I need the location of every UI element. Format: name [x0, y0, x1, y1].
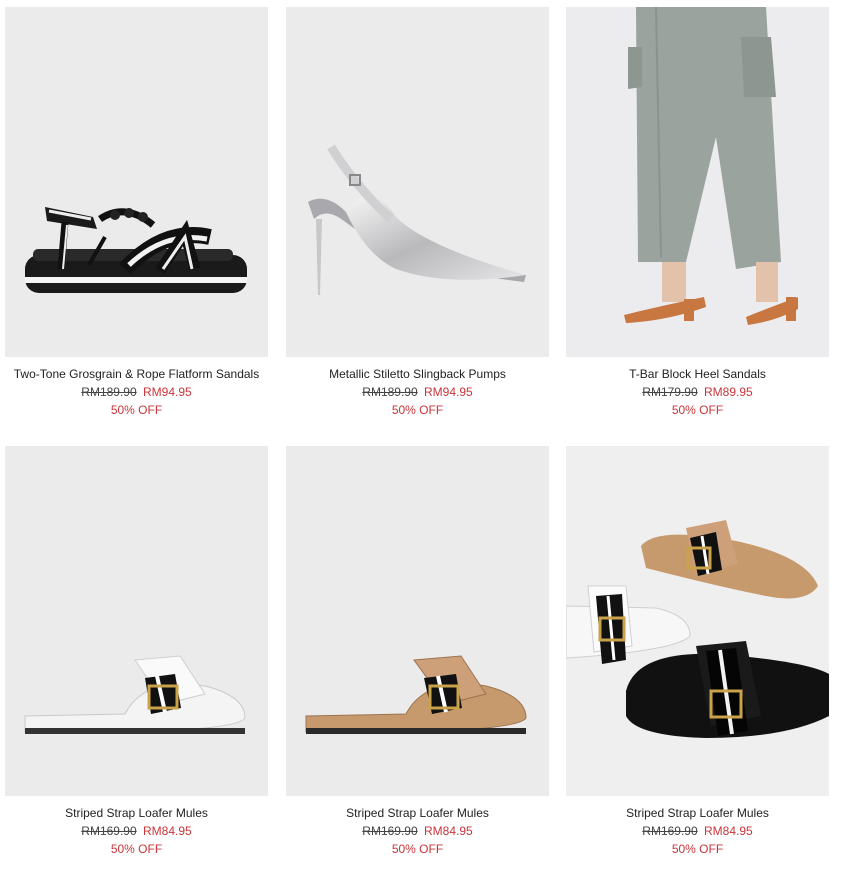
- product-name[interactable]: Striped Strap Loafer Mules: [566, 805, 829, 821]
- product-price: RM189.90 RM94.95: [5, 383, 268, 401]
- discount-badge: 50% OFF: [110, 403, 163, 417]
- sale-price: RM89.95: [704, 385, 753, 399]
- product-name[interactable]: Striped Strap Loafer Mules: [5, 805, 268, 821]
- product-name[interactable]: Striped Strap Loafer Mules: [286, 805, 549, 821]
- product-image-three-loafer-mules[interactable]: [566, 446, 829, 796]
- discount-badge: 50% OFF: [671, 403, 724, 417]
- discount-badge: 50% OFF: [391, 403, 444, 417]
- original-price: RM169.90: [642, 824, 698, 838]
- product-card[interactable]: Striped Strap Loafer Mules RM169.90 RM84…: [286, 446, 549, 858]
- discount-badge: 50% OFF: [671, 842, 724, 856]
- product-card[interactable]: Striped Strap Loafer Mules RM169.90 RM84…: [5, 446, 268, 858]
- discount-badge: 50% OFF: [110, 842, 163, 856]
- product-price: RM169.90 RM84.95: [286, 822, 549, 840]
- product-image-block-heel-sandals[interactable]: [566, 7, 829, 357]
- sale-price: RM84.95: [704, 824, 753, 838]
- original-price: RM169.90: [81, 824, 137, 838]
- product-name[interactable]: T-Bar Block Heel Sandals: [566, 366, 829, 382]
- sale-price: RM84.95: [424, 824, 473, 838]
- product-card[interactable]: Two-Tone Grosgrain & Rope Flatform Sanda…: [5, 7, 268, 419]
- product-grid: Two-Tone Grosgrain & Rope Flatform Sanda…: [0, 0, 842, 870]
- product-image-tan-loafer-mule[interactable]: [286, 446, 549, 796]
- original-price: RM189.90: [362, 385, 418, 399]
- product-image-slingback-pump[interactable]: [286, 7, 549, 357]
- product-image-white-loafer-mule[interactable]: [5, 446, 268, 796]
- product-price: RM169.90 RM84.95: [5, 822, 268, 840]
- product-image-flatform-sandal[interactable]: [5, 7, 268, 357]
- product-price: RM179.90 RM89.95: [566, 383, 829, 401]
- product-name[interactable]: Metallic Stiletto Slingback Pumps: [286, 366, 549, 382]
- original-price: RM169.90: [362, 824, 418, 838]
- product-price: RM169.90 RM84.95: [566, 822, 829, 840]
- product-card[interactable]: Striped Strap Loafer Mules RM169.90 RM84…: [566, 446, 829, 858]
- sale-price: RM84.95: [143, 824, 192, 838]
- product-card[interactable]: T-Bar Block Heel Sandals RM179.90 RM89.9…: [566, 7, 829, 419]
- product-name[interactable]: Two-Tone Grosgrain & Rope Flatform Sanda…: [5, 366, 268, 382]
- sale-price: RM94.95: [424, 385, 473, 399]
- original-price: RM189.90: [81, 385, 137, 399]
- product-card[interactable]: Metallic Stiletto Slingback Pumps RM189.…: [286, 7, 549, 419]
- original-price: RM179.90: [642, 385, 698, 399]
- sale-price: RM94.95: [143, 385, 192, 399]
- product-price: RM189.90 RM94.95: [286, 383, 549, 401]
- discount-badge: 50% OFF: [391, 842, 444, 856]
